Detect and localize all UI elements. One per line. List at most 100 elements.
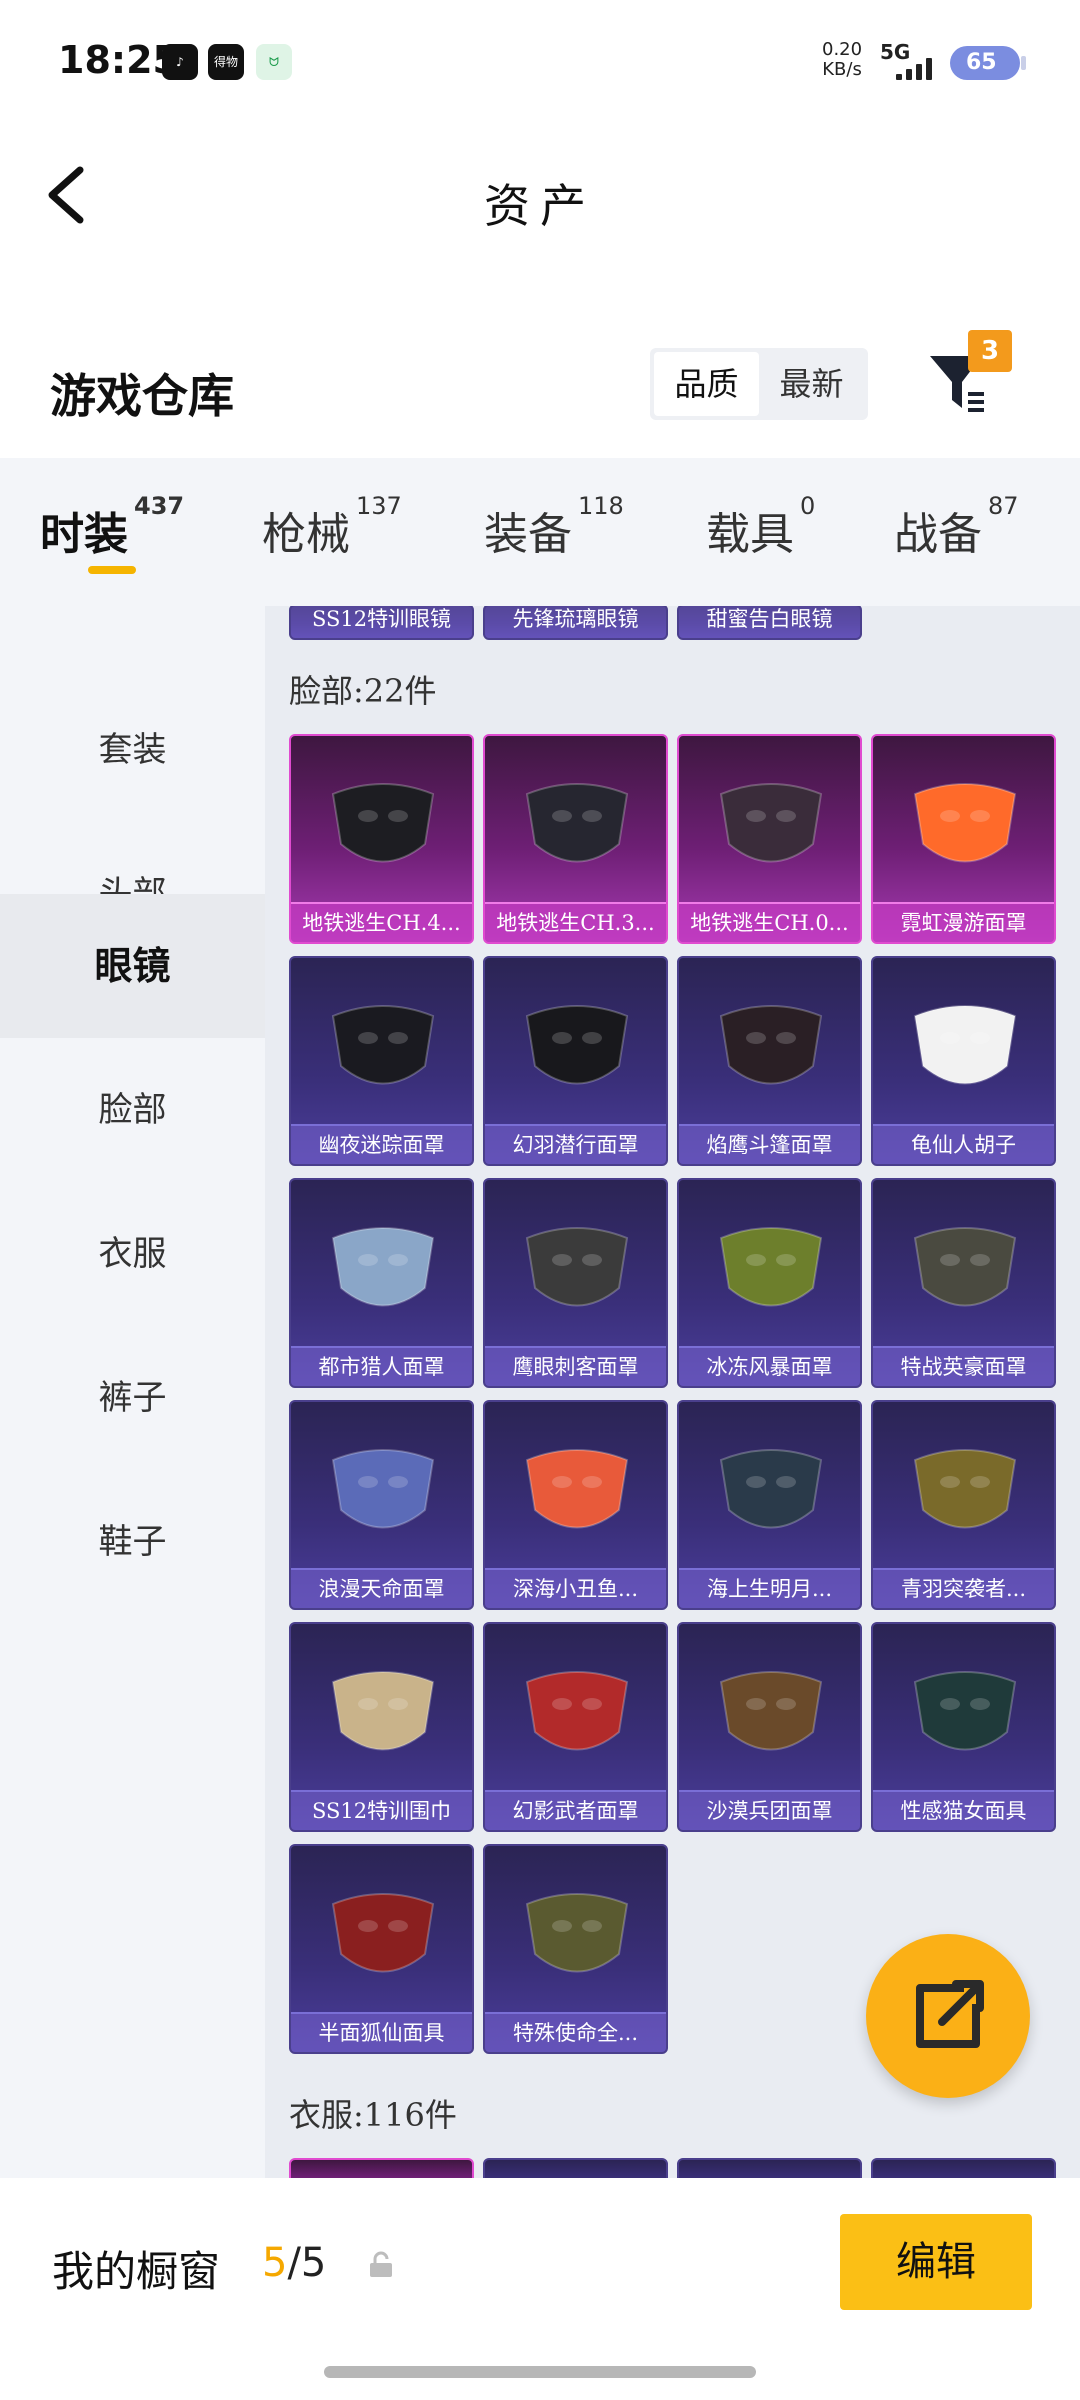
status-time: 18:25	[58, 38, 179, 82]
showcase-label: 我的橱窗	[52, 2247, 221, 2296]
item-image	[331, 1227, 435, 1307]
item-name: 冰冻风暴面罩	[679, 1346, 860, 1386]
page-title: 资产	[484, 179, 596, 233]
item-tile[interactable]: 沙漠兵团面罩	[677, 1622, 862, 1832]
group-label-clothes: 衣服:116件	[289, 2096, 457, 2134]
item-tile-partial[interactable]	[871, 2158, 1056, 2178]
item-tile-partial[interactable]: 甜蜜告白眼镜	[677, 606, 862, 640]
item-name: 甜蜜告白眼镜	[679, 606, 860, 638]
item-tile[interactable]: 地铁逃生CH.0...	[677, 734, 862, 944]
home-indicator	[324, 2366, 756, 2378]
item-tile[interactable]: 幻影武者面罩	[483, 1622, 668, 1832]
item-name: 幻影武者面罩	[485, 1790, 666, 1830]
item-image	[331, 1005, 435, 1085]
item-name: 海上生明月...	[679, 1568, 860, 1608]
item-name: 霓虹漫游面罩	[873, 902, 1054, 942]
item-image	[913, 783, 1017, 863]
status-bar: 18:25 ♪ 得物 ᗢ 0.20 KB/s 5G 65	[0, 0, 1080, 120]
item-tile[interactable]: 特殊使命全...	[483, 1844, 668, 2054]
tab-label: 载具	[706, 509, 794, 560]
item-image	[331, 783, 435, 863]
tab-guns[interactable]: 枪械137	[262, 492, 402, 562]
item-tile-partial[interactable]	[289, 2158, 474, 2178]
item-tile[interactable]: 幻羽潜行面罩	[483, 956, 668, 1166]
item-name: 特殊使命全...	[485, 2012, 666, 2052]
share-button[interactable]	[866, 1934, 1030, 2098]
item-tile[interactable]: 鹰眼刺客面罩	[483, 1178, 668, 1388]
item-image	[525, 1893, 629, 1973]
item-tile[interactable]: 龟仙人胡子	[871, 956, 1056, 1166]
item-name: 幽夜迷踪面罩	[291, 1124, 472, 1164]
item-image	[525, 1227, 629, 1307]
item-name: 深海小丑鱼...	[485, 1568, 666, 1608]
item-tile[interactable]: 地铁逃生CH.4...	[289, 734, 474, 944]
item-name: 性感猫女面具	[873, 1790, 1054, 1830]
share-icon	[916, 1980, 984, 2048]
item-tile-partial[interactable]	[677, 2158, 862, 2178]
debang-app-icon: 得物	[208, 44, 244, 80]
item-tile[interactable]: 青羽突袭者...	[871, 1400, 1056, 1610]
item-tile-partial[interactable]: SS12特训眼镜	[289, 606, 474, 640]
sort-newest-button[interactable]: 最新	[759, 352, 864, 416]
showcase-max: /5	[287, 2240, 327, 2286]
item-name: 地铁逃生CH.3...	[485, 902, 666, 942]
battery-icon: 65	[950, 46, 1026, 80]
item-name: 浪漫天命面罩	[291, 1568, 472, 1608]
item-name: 先锋琉璃眼镜	[485, 606, 666, 638]
tab-equipment[interactable]: 装备118	[484, 492, 624, 562]
sort-quality-button[interactable]: 品质	[654, 352, 759, 416]
item-tile[interactable]: 浪漫天命面罩	[289, 1400, 474, 1610]
item-image	[525, 1449, 629, 1529]
item-tile[interactable]: 都市猎人面罩	[289, 1178, 474, 1388]
lock-icon	[370, 2251, 392, 2277]
item-name: 都市猎人面罩	[291, 1346, 472, 1386]
item-name: SS12特训围巾	[291, 1790, 472, 1830]
section-title: 游戏仓库	[50, 369, 234, 423]
tab-fashion[interactable]: 时装437	[40, 492, 184, 562]
item-name: 龟仙人胡子	[873, 1124, 1054, 1164]
item-tile[interactable]: 幽夜迷踪面罩	[289, 956, 474, 1166]
signal-icon	[896, 58, 932, 80]
item-tile[interactable]: 性感猫女面具	[871, 1622, 1056, 1832]
active-tab-indicator	[88, 566, 136, 574]
item-name: 半面狐仙面具	[291, 2012, 472, 2052]
item-tile[interactable]: 半面狐仙面具	[289, 1844, 474, 2054]
item-image	[331, 1671, 435, 1751]
net-speed-value: 0.20	[822, 39, 863, 60]
item-tile[interactable]: 霓虹漫游面罩	[871, 734, 1056, 944]
item-tile[interactable]: 深海小丑鱼...	[483, 1400, 668, 1610]
sort-toggle: 品质 最新	[650, 348, 868, 420]
item-tile[interactable]: 特战英豪面罩	[871, 1178, 1056, 1388]
showcase-count: 5/5	[262, 2240, 326, 2286]
item-image	[719, 783, 823, 863]
tab-vehicles[interactable]: 载具0	[706, 492, 815, 562]
item-tile-partial[interactable]: 先锋琉璃眼镜	[483, 606, 668, 640]
item-name: SS12特训眼镜	[291, 606, 472, 638]
item-tile[interactable]: 焰鹰斗篷面罩	[677, 956, 862, 1166]
item-tile-partial[interactable]	[483, 2158, 668, 2178]
sidebar-item-shoes[interactable]: 鞋子	[0, 1470, 265, 1614]
sidebar-item-glasses[interactable]: 眼镜	[0, 894, 265, 1038]
item-name: 焰鹰斗篷面罩	[679, 1124, 860, 1164]
sidebar-item-clothes[interactable]: 衣服	[0, 1182, 265, 1326]
item-tile[interactable]: 地铁逃生CH.3...	[483, 734, 668, 944]
item-image	[331, 1893, 435, 1973]
item-tile[interactable]: 冰冻风暴面罩	[677, 1178, 862, 1388]
tab-count: 437	[134, 492, 185, 520]
item-name: 鹰眼刺客面罩	[485, 1346, 666, 1386]
item-tile[interactable]: SS12特训围巾	[289, 1622, 474, 1832]
item-image	[525, 1671, 629, 1751]
sidebar-item-face[interactable]: 脸部	[0, 1038, 265, 1182]
sidebar-item-outfit[interactable]: 套装	[0, 678, 265, 822]
item-image	[525, 1005, 629, 1085]
item-tile[interactable]: 海上生明月...	[677, 1400, 862, 1610]
edit-button[interactable]: 编辑	[840, 2214, 1032, 2310]
tab-tactical[interactable]: 战备87	[894, 492, 1019, 562]
item-image	[719, 1005, 823, 1085]
item-name: 地铁逃生CH.4...	[291, 902, 472, 942]
tab-count: 137	[356, 492, 402, 520]
sidebar: 套装 头部 眼镜 脸部 衣服 裤子 鞋子	[0, 606, 265, 2178]
sidebar-item-pants[interactable]: 裤子	[0, 1326, 265, 1470]
item-image	[719, 1671, 823, 1751]
tab-label: 装备	[484, 509, 572, 560]
